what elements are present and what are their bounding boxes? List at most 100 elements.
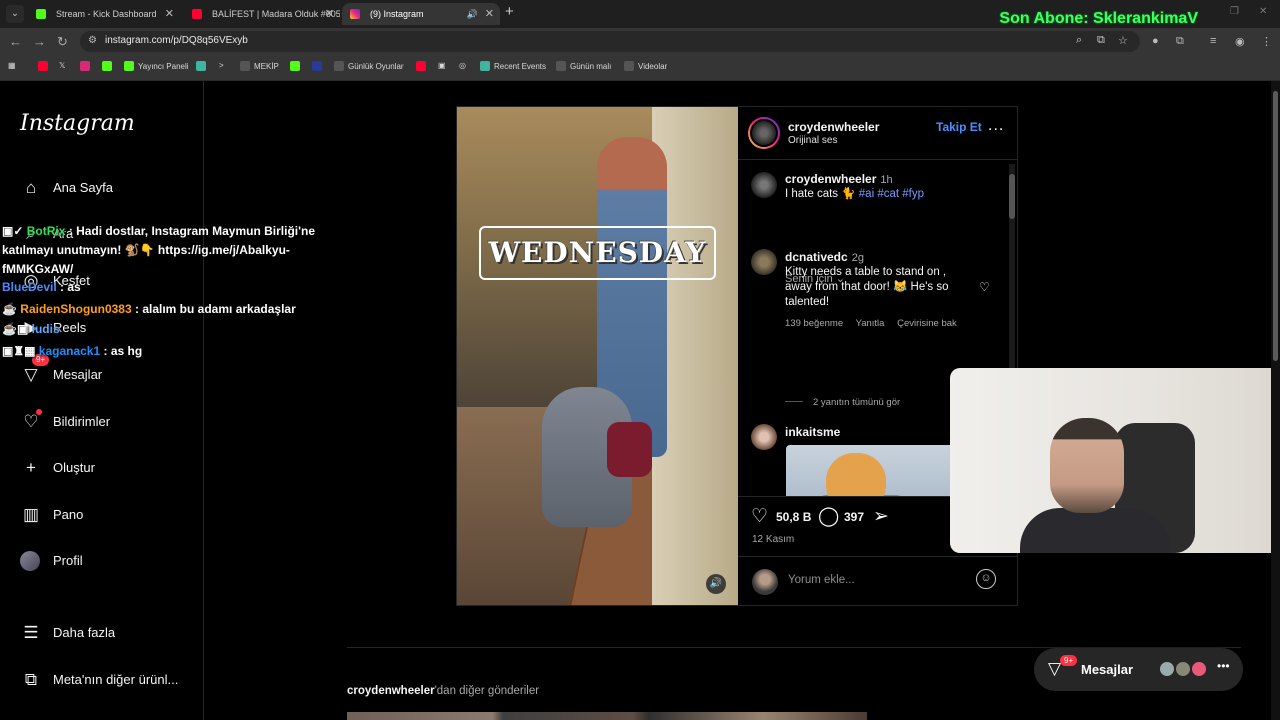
close-tab-icon[interactable]: ✕ [165, 3, 174, 25]
comment-likes[interactable]: 139 beğenme [785, 318, 843, 329]
speaker-icon[interactable]: 🔊 [467, 3, 478, 25]
chat-text: : alalım bu adamı arkadaşlar [135, 302, 296, 316]
messages-label: Mesajlar [1081, 662, 1134, 677]
instagram-logo[interactable]: Instagram [20, 111, 135, 136]
comment-gif[interactable] [786, 445, 956, 496]
bookmark-gunun-mali[interactable]: Günün malı [556, 61, 611, 71]
streamer-webcam [950, 368, 1280, 553]
instagram-icon [80, 61, 90, 71]
bookmark-globe[interactable]: ◎ [459, 61, 466, 70]
zoom-icon[interactable]: ⌕ [1076, 34, 1082, 47]
emoji-icon[interactable]: ☺ [976, 569, 996, 589]
scroll-thumb[interactable] [1009, 174, 1015, 219]
reading-list-icon[interactable]: ≡ [1210, 35, 1216, 47]
bookmark-videolar[interactable]: Videolar [624, 61, 667, 71]
bookmark-image[interactable]: ▣ [438, 61, 446, 70]
scroll-thumb[interactable] [1273, 91, 1278, 361]
volume-icon[interactable]: 🔊 [706, 574, 726, 594]
url-field[interactable]: ⚙ instagram.com/p/DQ8q56VExyb ⌕ ⧉ ☆ [80, 31, 1140, 52]
kick-icon [124, 61, 134, 71]
profile-icon[interactable]: ◉ [1235, 35, 1245, 48]
caption-avatar[interactable] [751, 172, 777, 198]
nav-label: Profil [53, 553, 83, 568]
site-icon [312, 61, 322, 71]
folder-icon [556, 61, 566, 71]
reply-button[interactable]: Yanıtla [856, 318, 885, 329]
chat-message: ☕▣ ludis [2, 322, 60, 336]
chat-message: BlueDevil : as [2, 280, 81, 294]
bookmark-site[interactable] [196, 61, 210, 71]
caption-username[interactable]: croydenwheeler 1h [785, 172, 893, 186]
bookmark-recent-events[interactable]: Recent Events [480, 61, 546, 71]
comment-like-icon[interactable]: ♡ [979, 280, 990, 294]
follow-button[interactable]: Takip Et [936, 120, 982, 134]
close-window-icon[interactable]: ✕ [1259, 6, 1267, 17]
back-icon[interactable]: ← [9, 34, 22, 49]
dashboard-icon: ▥ [22, 505, 40, 524]
chat-message: ☕ RaidenShogun0383 : alalım bu adamı ark… [2, 302, 296, 316]
nav-label: Pano [53, 507, 84, 522]
view-replies-button[interactable]: 2 yanıtın tümünü gör [785, 397, 900, 408]
bookmark-youtube-2[interactable] [416, 61, 430, 71]
current-user-avatar [752, 569, 778, 595]
bookmark-yayinci-paneli[interactable]: Yayıncı Paneli [124, 61, 189, 71]
apps-grid-icon[interactable]: ▦ [8, 61, 16, 70]
chat-username: BlueDevil [2, 280, 57, 294]
chat-message: ▣✓ BotRix : Hadi dostlar, Instagram Maym… [2, 222, 318, 279]
comment-input[interactable]: Yorum ekle... [788, 574, 855, 586]
hamburger-icon: ☰ [23, 623, 39, 642]
restore-window-icon[interactable]: ❐ [1230, 6, 1239, 17]
bookmark-label: Recent Events [494, 62, 547, 71]
audio-label[interactable]: Orijinal ses [788, 135, 837, 146]
like-icon[interactable]: ♡ [751, 505, 768, 528]
more-posts-text: 'dan diğer gönderiler [434, 685, 540, 697]
comment-avatar[interactable] [751, 424, 777, 450]
comment-avatar[interactable] [751, 249, 777, 275]
tab-instagram[interactable]: (9) Instagram 🔊 ✕ [342, 3, 500, 25]
close-tab-icon[interactable]: ✕ [325, 3, 334, 25]
bookmark-x[interactable]: 𝕏 [59, 61, 65, 70]
site-icon [196, 61, 206, 71]
extensions-puzzle-icon[interactable]: ⧉ [1176, 35, 1184, 48]
chat-badge-icon: ☕▣ [2, 322, 29, 336]
folder-icon [624, 61, 634, 71]
bookmark-kick[interactable] [102, 61, 116, 71]
page-scrollbar[interactable] [1271, 81, 1280, 720]
install-app-icon[interactable]: ⧉ [1097, 34, 1105, 47]
share-icon[interactable]: ➢ [873, 505, 889, 528]
site-info-icon[interactable]: ⚙ [88, 35, 97, 46]
bookmark-star-icon[interactable]: ☆ [1118, 34, 1128, 47]
reload-icon[interactable]: ↻ [57, 34, 68, 50]
more-posts-thumbnails[interactable] [347, 712, 867, 720]
author-username[interactable]: croydenwheeler [788, 120, 879, 134]
forward-icon[interactable]: → [33, 34, 46, 49]
like-count[interactable]: 50,8 B [776, 510, 811, 524]
bookmark-kick-2[interactable] [290, 61, 304, 71]
author-avatar[interactable] [748, 117, 780, 149]
bookmark-gunluk-oyunlar[interactable]: Günlük Oyunlar [334, 61, 404, 71]
comment-icon[interactable]: ◯ [818, 505, 839, 528]
translate-button[interactable]: Çevirisine bak [897, 318, 957, 329]
tab-kick-dashboard[interactable]: Stream - Kick Dashboard ✕ [28, 3, 180, 25]
bookmark-instagram[interactable] [80, 61, 94, 71]
messages-pill[interactable]: ▽ 9+ Mesajlar ••• [1034, 648, 1243, 691]
bookmark-terminal[interactable]: > [219, 61, 224, 70]
comment-username[interactable]: dcnativedc 2g [785, 250, 864, 264]
extension-icon[interactable]: ● [1152, 35, 1159, 47]
new-tab-icon[interactable]: + [505, 3, 514, 20]
close-tab-icon[interactable]: ✕ [485, 3, 494, 25]
nav-label: Bildirimler [53, 414, 111, 429]
post-video[interactable]: WEDNESDAY 🔊 [457, 107, 738, 605]
bookmark-site-2[interactable] [312, 61, 326, 71]
more-options-icon[interactable]: ... [988, 117, 1004, 135]
caption-hashtags[interactable]: #ai #cat #fyp [859, 188, 924, 200]
tab-youtube-balifest[interactable]: BALİFEST | Madara Olduk #605 ✕ [184, 3, 340, 25]
tab-search-icon[interactable]: ⌄ [6, 5, 24, 23]
bookmark-mekip[interactable]: MEKİP [240, 61, 279, 71]
more-posts-user[interactable]: croydenwheeler [347, 685, 435, 697]
bookmark-youtube[interactable] [38, 61, 52, 71]
chat-badge-icon: ▣♜▦ [2, 344, 36, 358]
comment-username[interactable]: inkaitsme [785, 425, 840, 439]
browser-menu-icon[interactable]: ⋮ [1261, 35, 1272, 48]
kick-favicon-icon [36, 9, 46, 19]
